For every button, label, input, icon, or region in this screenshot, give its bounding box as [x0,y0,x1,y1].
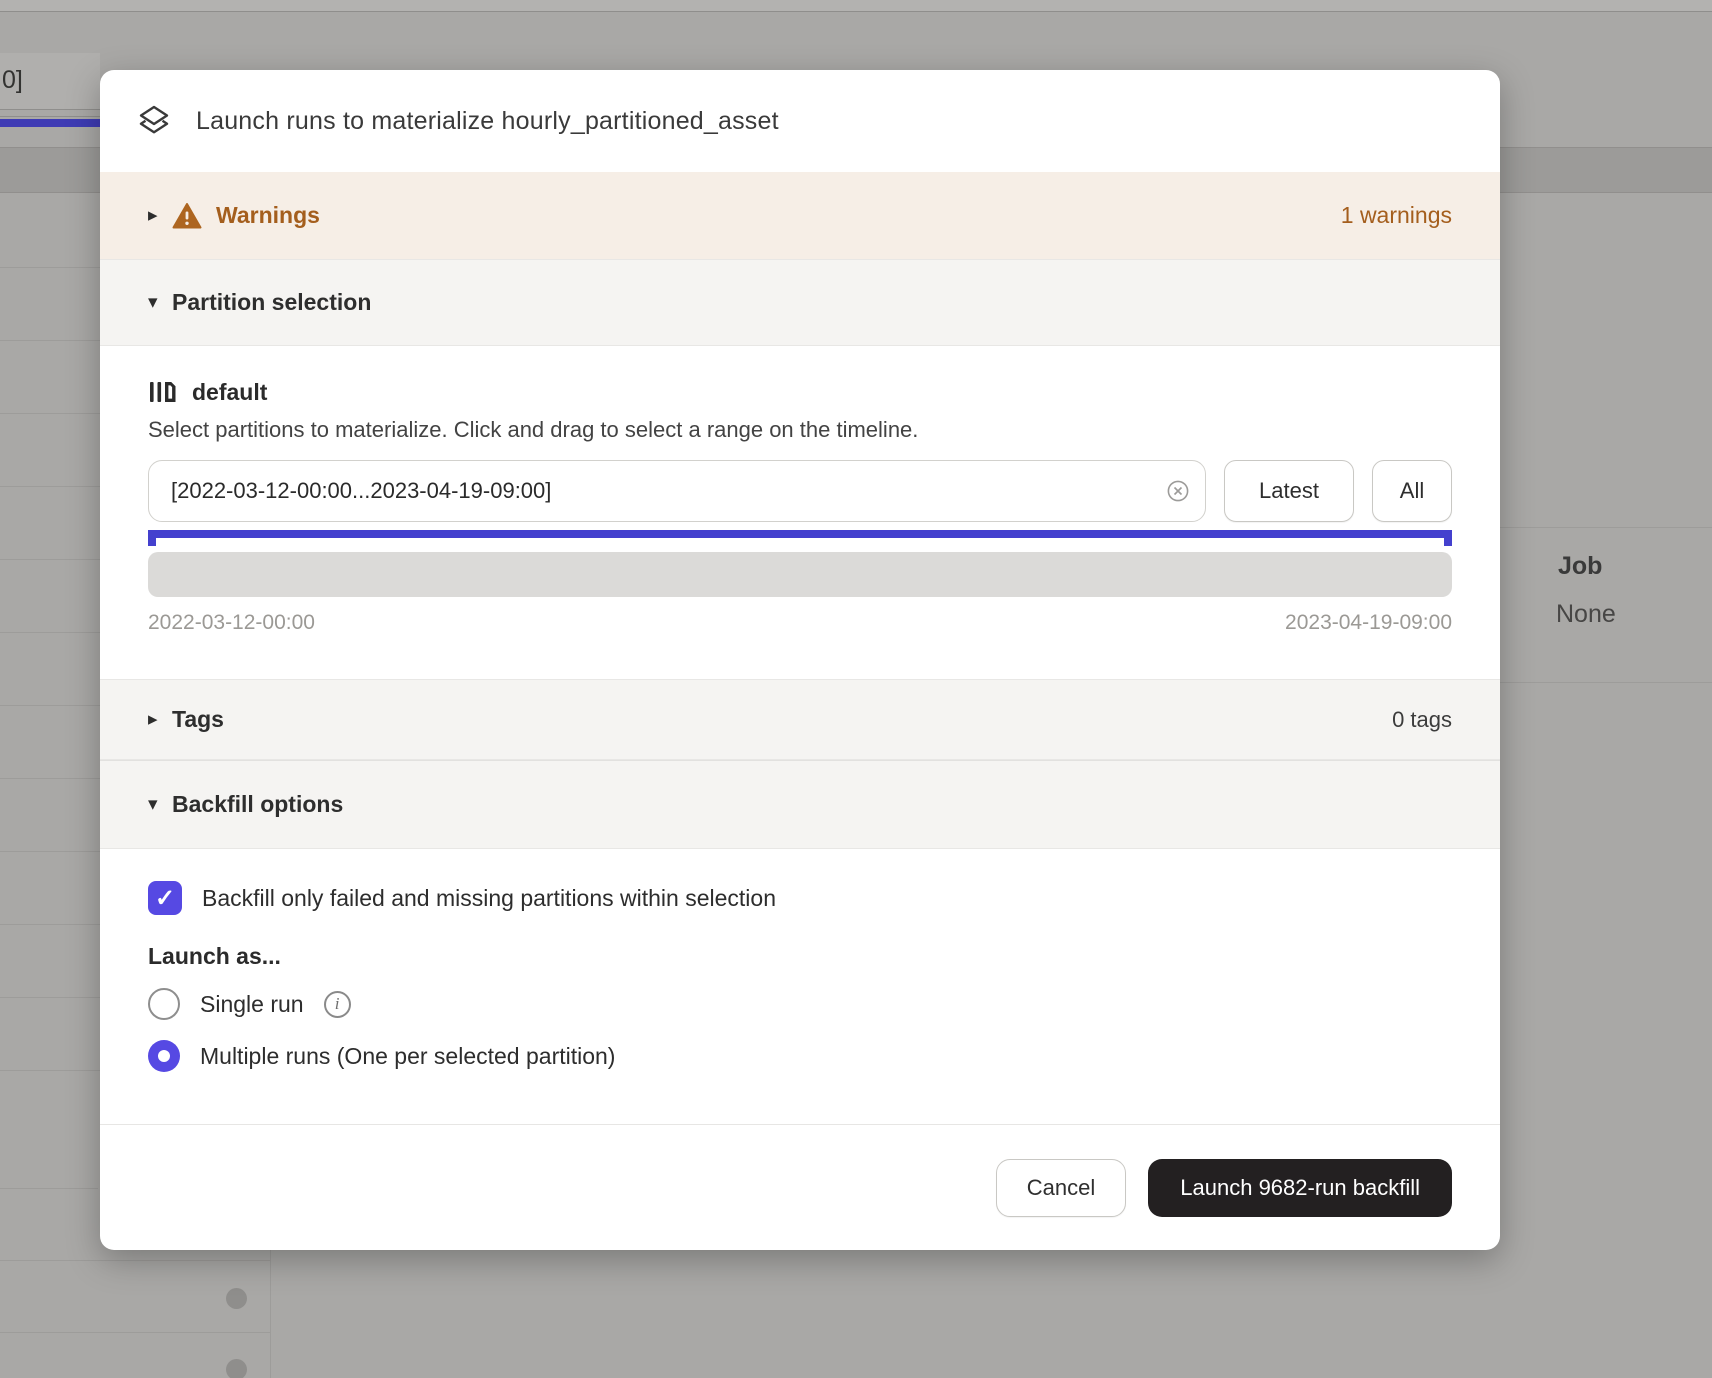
background-focus-underline [0,119,100,127]
all-button[interactable]: All [1372,460,1452,522]
dialog-footer: Cancel Launch 9682-run backfill [100,1124,1500,1250]
table-row-divider [0,778,100,779]
table-row-divider [0,486,100,487]
latest-button[interactable]: Latest [1224,460,1354,522]
timeline-end-label: 2023-04-19-09:00 [1285,611,1452,635]
multiple-runs-radio-row[interactable]: Multiple runs (One per selected partitio… [148,1038,1452,1074]
launch-backfill-button[interactable]: Launch 9682-run backfill [1148,1159,1452,1217]
warnings-section-toggle[interactable]: ▸ Warnings 1 warnings [100,172,1500,259]
warnings-section-label: Warnings [216,202,320,229]
table-row-divider [0,559,100,560]
backfill-options-content: ✓ Backfill only failed and missing parti… [100,849,1500,1074]
table-row-divider [0,1070,100,1071]
partition-set-icon [148,377,178,407]
caret-right-icon[interactable]: ▸ [148,204,172,227]
clear-selection-icon[interactable] [1166,479,1190,503]
single-run-radio-row[interactable]: Single run i [148,986,1452,1022]
table-row-divider [0,267,100,268]
partition-range-row: Latest All [148,460,1452,522]
table-column-divider [270,1250,271,1378]
dialog-title: Launch runs to materialize hourly_partit… [196,107,779,136]
partition-range-input-wrap [148,460,1206,522]
launch-backfill-dialog: Launch runs to materialize hourly_partit… [100,70,1500,1250]
job-column-header: Job [1558,552,1602,581]
radio-selected-icon[interactable] [148,1040,180,1072]
table-row-divider [0,632,100,633]
caret-down-icon[interactable]: ▾ [148,793,172,816]
partition-selection-content: default Select partitions to materialize… [100,346,1500,679]
partition-help-text: Select partitions to materialize. Click … [148,417,1452,443]
table-row-divider [1500,527,1712,528]
backfill-only-failed-checkbox-row[interactable]: ✓ Backfill only failed and missing parti… [148,881,1452,915]
table-row-divider [0,924,100,925]
table-row-divider [1500,682,1712,683]
launch-as-label: Launch as... [148,943,1452,970]
partition-selection-section-toggle[interactable]: ▾ Partition selection [100,259,1500,346]
partition-range-input[interactable] [148,460,1206,522]
single-run-label: Single run [200,991,304,1018]
partition-selection-section-label: Partition selection [172,289,371,316]
radio-unselected-icon[interactable] [148,988,180,1020]
table-row-divider [0,413,100,414]
caret-down-icon[interactable]: ▾ [148,291,172,314]
checkbox-checked-icon[interactable]: ✓ [148,881,182,915]
table-row-divider [0,997,100,998]
dialog-header: Launch runs to materialize hourly_partit… [100,70,1500,172]
status-dot [226,1359,247,1378]
background-top-band [0,0,1712,12]
job-column-value: None [1556,600,1616,629]
table-row-divider [0,1332,270,1333]
tags-section-label: Tags [172,706,224,733]
multiple-runs-label: Multiple runs (One per selected partitio… [200,1043,615,1070]
materialize-layers-icon [136,103,172,139]
backfill-only-failed-label: Backfill only failed and missing partiti… [202,885,776,912]
tags-count-badge: 0 tags [1392,707,1452,733]
timeline-start-label: 2022-03-12-00:00 [148,611,315,635]
backfill-options-section-label: Backfill options [172,791,343,818]
warning-triangle-icon [172,202,202,230]
caret-right-icon[interactable]: ▸ [148,708,172,731]
table-row-divider [0,340,100,341]
background-text-fragment: 0] [2,66,23,95]
table-row-divider [0,705,100,706]
partition-timeline-bar[interactable] [148,552,1452,597]
info-icon[interactable]: i [324,991,351,1018]
warnings-count-badge: 1 warnings [1341,202,1452,229]
table-row-divider [0,1260,270,1261]
selection-range-bracket [148,530,1452,546]
partition-dimension-name: default [192,379,267,406]
timeline-date-labels: 2022-03-12-00:00 2023-04-19-09:00 [148,611,1452,679]
table-row-divider [0,1188,98,1189]
status-dot [226,1288,247,1309]
table-row-divider [0,851,100,852]
backfill-options-section-toggle[interactable]: ▾ Backfill options [100,760,1500,849]
cancel-button[interactable]: Cancel [996,1159,1126,1217]
screen: 0] Job None [0,0,1712,1378]
background-divider [0,116,100,117]
partition-dimension-row: default [148,376,1452,408]
tags-section-toggle[interactable]: ▸ Tags 0 tags [100,679,1500,760]
